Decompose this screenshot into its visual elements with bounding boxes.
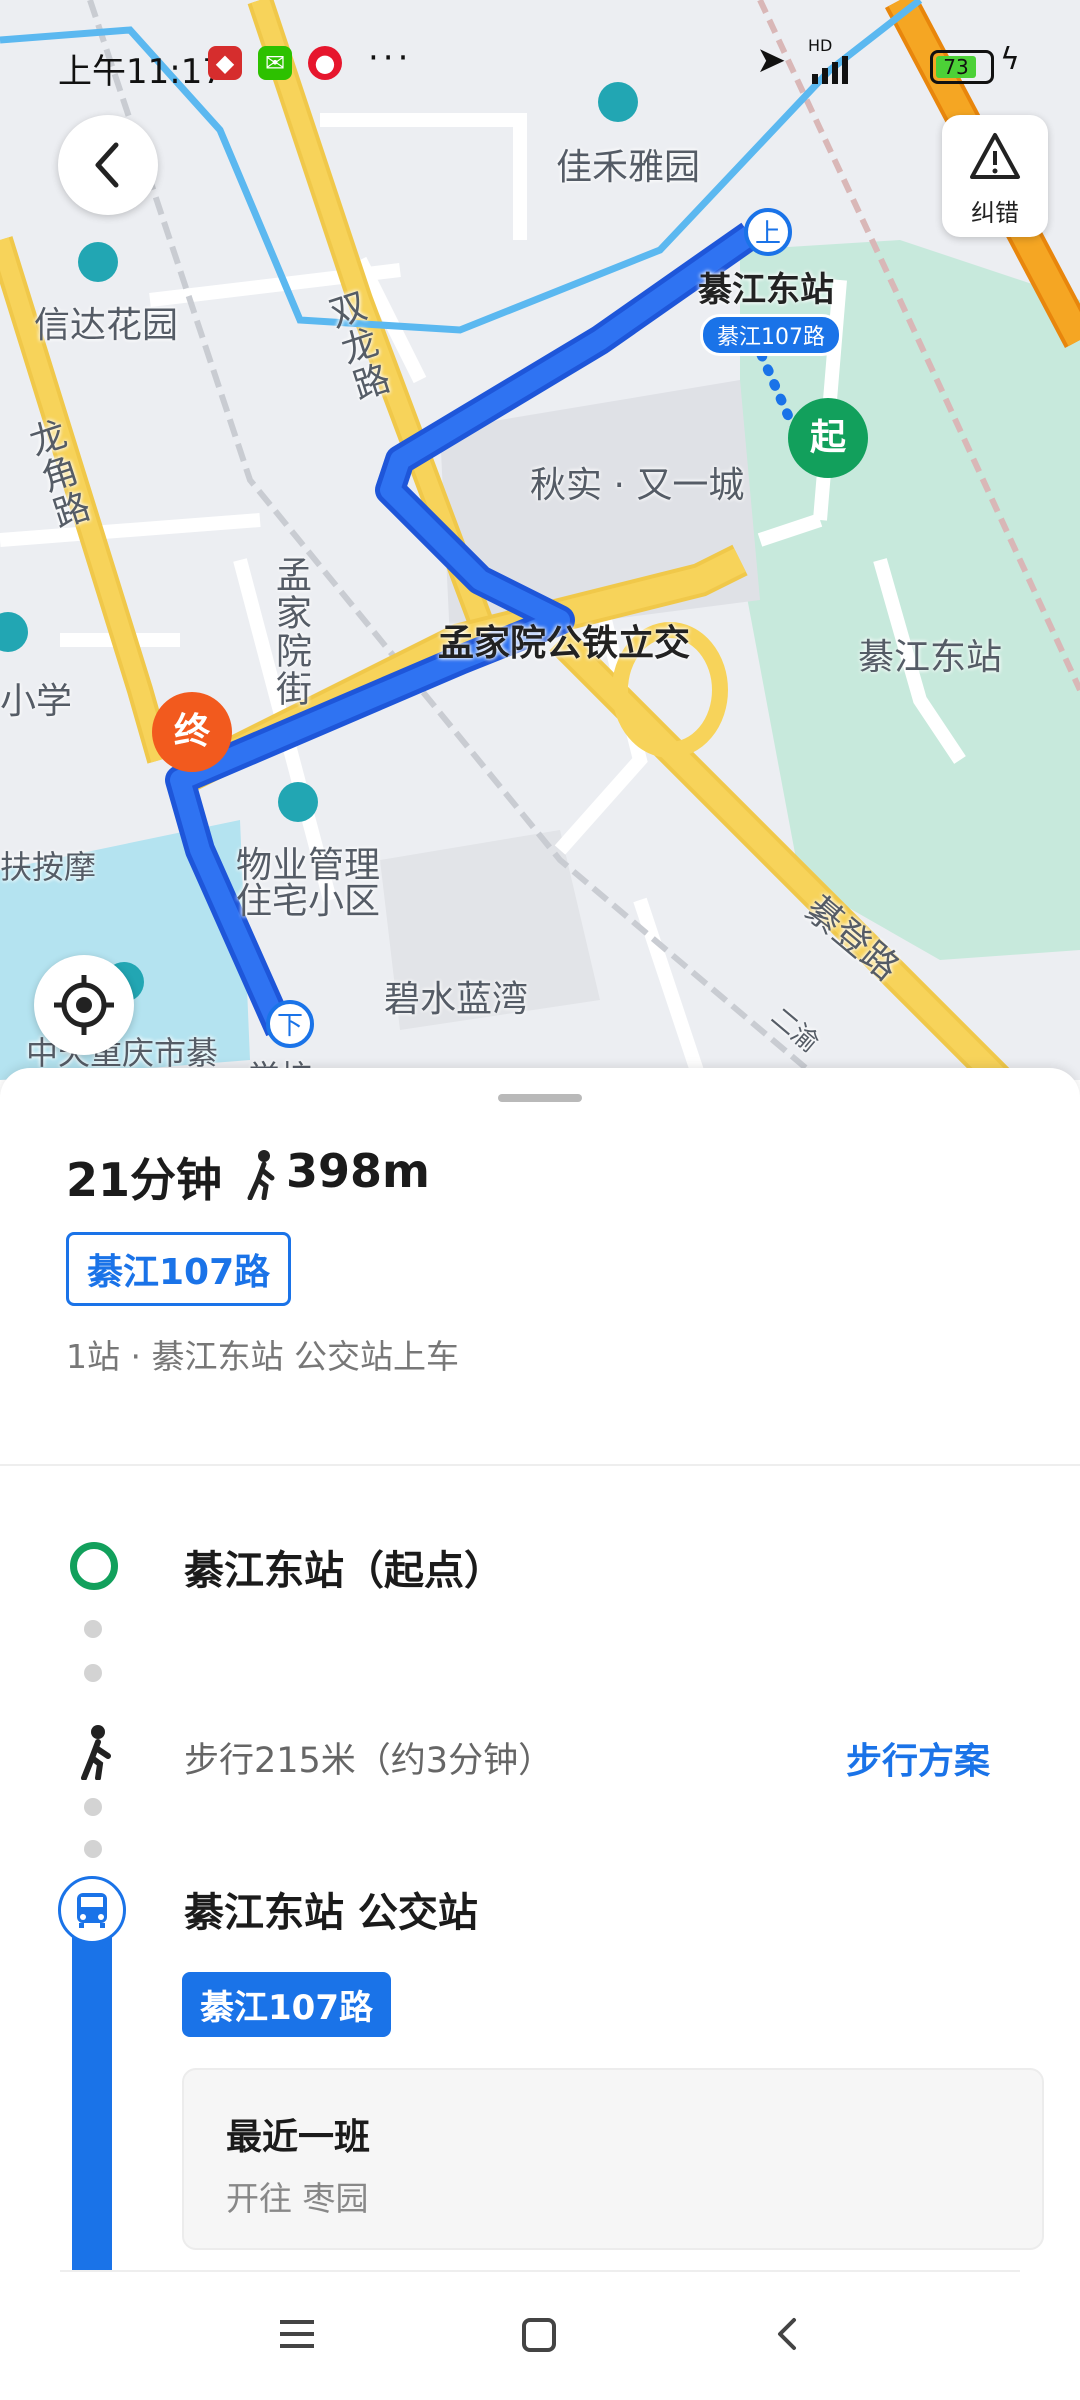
step-start-title: 綦江东站（起点）	[184, 1548, 504, 1594]
route-detail-sheet[interactable]: 21分钟 398m 綦江107路 1站 · 綦江东站 公交站上车 綦江东站（起点…	[0, 1068, 1080, 2400]
signal-icon: HD	[808, 36, 832, 55]
report-error-label: 纠错	[971, 199, 1019, 227]
back-nav-icon[interactable]	[766, 2312, 810, 2356]
system-nav-bar	[0, 2270, 1080, 2400]
route-duration: 21分钟	[66, 1153, 223, 1207]
menu-icon[interactable]	[274, 2314, 322, 2354]
map-label-junction: 孟家院公铁立交	[438, 623, 691, 664]
bus-route-chip[interactable]: 綦江107路	[182, 1972, 391, 2037]
walk-distance: 398m	[286, 1144, 430, 1198]
wechat-icon: ✉	[258, 46, 292, 80]
charging-icon: ϟ	[1000, 42, 1020, 77]
weibo-icon: ●	[308, 46, 342, 80]
route-detail-line: 1站 · 綦江东站 公交站上车	[66, 1337, 459, 1376]
walk-step-icon	[76, 1724, 116, 1784]
sheet-drag-handle[interactable]	[498, 1094, 582, 1102]
next-bus-direction: 开往 枣园	[226, 2179, 369, 2218]
battery-icon: 73	[930, 50, 994, 84]
status-time: 上午11:17	[58, 52, 224, 92]
status-bar: 上午11:17 ◆ ✉ ● ··· ➤ HD 73 ϟ	[0, 30, 1080, 100]
report-error-button[interactable]: 纠错	[942, 115, 1048, 237]
map-label-school: 小学	[0, 681, 73, 722]
map-label-qiushi: 秋实 · 又一城	[530, 465, 745, 506]
battery-level: 73	[936, 56, 976, 78]
map-label-jiahe: 佳禾雅园	[556, 147, 701, 188]
start-marker-icon	[70, 1542, 118, 1590]
timeline-dot	[84, 1664, 102, 1682]
timeline-dot	[84, 1798, 102, 1816]
app-notification-icon: ◆	[208, 46, 242, 80]
map-label-bishui: 碧水蓝湾	[384, 979, 529, 1020]
network-type: HD	[808, 36, 833, 55]
end-pin[interactable]: 终	[152, 692, 232, 772]
map-canvas	[0, 0, 1080, 1080]
bus-stop-title: 綦江东站 公交站	[184, 1890, 478, 1936]
locate-me-button[interactable]	[34, 955, 134, 1055]
map-stop-name: 綦江东站	[698, 270, 834, 310]
map-label-east-station-area: 綦江东站	[858, 637, 1003, 678]
map-label-xinda: 信达花园	[34, 305, 179, 346]
chevron-left-icon	[95, 142, 119, 188]
bus-icon	[58, 1876, 126, 1944]
timeline-dot	[84, 1840, 102, 1858]
more-notifications-icon: ···	[368, 38, 413, 78]
warning-icon	[970, 133, 1020, 179]
walk-plan-link[interactable]: 步行方案	[846, 1732, 990, 1784]
walk-step-text: 步行215米（约3分钟）	[184, 1741, 554, 1781]
board-stop-badge[interactable]: 上	[744, 208, 792, 256]
next-bus-card[interactable]: 最近一班 开往 枣园	[182, 2068, 1044, 2250]
section-divider	[0, 1464, 1080, 1466]
map-view[interactable]: 佳禾雅园 信达花园 双龙路 龙角路 孟家院街 秋实 · 又一城 孟家院公铁立交 …	[0, 0, 1080, 1080]
nav-divider	[60, 2270, 1020, 2272]
map-label-residence: 住宅小区	[236, 881, 381, 922]
alight-stop-badge[interactable]: 下	[266, 1000, 314, 1048]
crosshair-icon	[54, 975, 114, 1035]
location-icon: ➤	[756, 40, 787, 81]
next-bus-title: 最近一班	[226, 2117, 371, 2158]
timeline-dot	[84, 1620, 102, 1638]
back-button[interactable]	[58, 115, 158, 215]
map-label-massage: 扶按摩	[0, 848, 97, 886]
summary-route-chip[interactable]: 綦江107路	[66, 1232, 292, 1306]
map-label-mengjiayuan-street: 孟家院街	[270, 556, 311, 708]
start-pin[interactable]: 起	[788, 398, 868, 478]
walk-icon	[244, 1148, 278, 1204]
home-icon[interactable]	[518, 2314, 562, 2358]
map-route-tag[interactable]: 綦江107路	[700, 314, 842, 356]
cell-signal-bars	[812, 56, 848, 84]
